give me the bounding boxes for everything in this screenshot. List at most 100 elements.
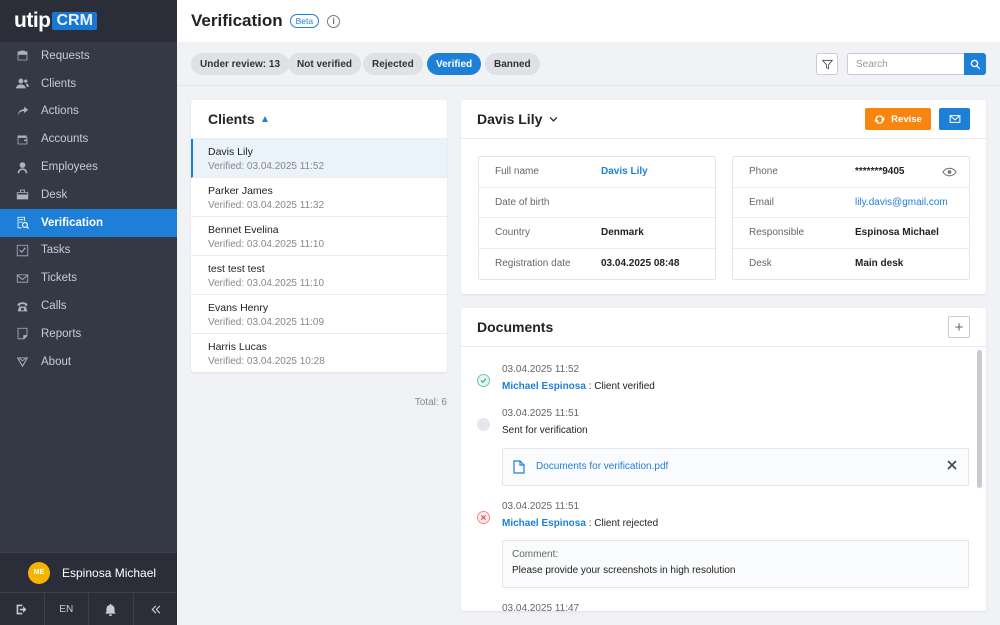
info-icon[interactable]: i (327, 14, 341, 28)
timeline-item: 03.04.2025 11:52 Michael Espinosa : Clie… (461, 360, 971, 400)
timeline-date: 03.04.2025 11:51 (502, 501, 580, 512)
client-row[interactable]: test test test Verified: 03.04.2025 11:1… (191, 256, 447, 295)
client-row[interactable]: Harris Lucas Verified: 03.04.2025 10:28 (191, 334, 447, 373)
client-status: Verified: 03.04.2025 11:52 (208, 161, 325, 172)
sidebar-item-about[interactable]: About (0, 348, 177, 376)
info-label: Date of birth (495, 196, 550, 208)
sidebar-item-accounts[interactable]: Accounts (0, 125, 177, 153)
timeline-text: Michael Espinosa : Client verified (502, 381, 655, 392)
envelope-icon (949, 115, 960, 123)
client-status: Verified: 03.04.2025 11:09 (208, 317, 325, 328)
add-document-button[interactable]: + (948, 316, 970, 338)
filter-chip-banned[interactable]: Banned (485, 53, 540, 75)
page-title: Verification (191, 11, 283, 30)
sidebar-item-label: Desk (41, 188, 68, 201)
sidebar-item-label: Accounts (41, 133, 89, 146)
sidebar-item-label: Clients (41, 77, 77, 90)
sidebar-item-reports[interactable]: Reports (0, 320, 177, 348)
logo[interactable]: utip CRM (0, 0, 177, 42)
language-button[interactable]: EN (45, 593, 89, 625)
filter-button[interactable] (816, 53, 838, 75)
client-name: Parker James (208, 185, 273, 197)
check-circle-icon (477, 374, 490, 387)
sort-asc-icon[interactable] (261, 116, 268, 122)
client-row[interactable]: Bennet Evelina Verified: 03.04.2025 11:1… (191, 217, 447, 256)
sidebar-item-tickets[interactable]: Tickets (0, 264, 177, 292)
person-icon (15, 160, 29, 174)
sidebar-footer: EN (0, 592, 177, 625)
sidebar-item-actions[interactable]: Actions (0, 98, 177, 126)
send-email-button[interactable] (939, 108, 970, 130)
search-input[interactable] (847, 53, 964, 75)
info-label: Responsible (749, 227, 805, 239)
sidebar-item-requests[interactable]: Requests (0, 42, 177, 70)
documents-card: Documents + 03.04.2025 11:52 Michael Esp… (461, 308, 986, 611)
client-detail-card: Davis Lily Revise Full name Davis Lily D… (461, 100, 986, 294)
close-icon[interactable] (947, 460, 957, 470)
search-button[interactable] (964, 53, 986, 75)
actor-link[interactable]: Michael Espinosa (502, 381, 586, 392)
client-row[interactable]: Parker James Verified: 03.04.2025 11:32 (191, 178, 447, 217)
filter-chip-verified[interactable]: Verified (427, 53, 482, 75)
refresh-icon (874, 114, 885, 124)
plus-icon: + (954, 318, 964, 336)
search-icon (970, 59, 980, 69)
briefcase-icon (15, 49, 29, 63)
sidebar-item-label: Actions (41, 105, 79, 118)
info-label: Desk (749, 258, 772, 270)
wallet-icon (15, 132, 29, 146)
filter-chip-not-verified[interactable]: Not verified (288, 53, 362, 75)
sidebar-item-label: Tickets (41, 272, 77, 285)
revise-label: Revise (891, 113, 922, 125)
sidebar-item-calls[interactable]: Calls (0, 292, 177, 320)
sidebar-item-tasks[interactable]: Tasks (0, 237, 177, 265)
info-row-responsible: Responsible Espinosa Michael (733, 218, 969, 249)
collapse-sidebar-button[interactable] (134, 593, 178, 625)
info-value-email[interactable]: lily.davis@gmail.com (855, 197, 948, 208)
sidebar: utip CRM Requests Clients Actions Accoun… (0, 0, 177, 625)
clients-header[interactable]: Clients (191, 100, 447, 139)
eye-icon[interactable] (942, 167, 957, 177)
client-row[interactable]: Evans Henry Verified: 03.04.2025 11:09 (191, 295, 447, 334)
verification-icon (15, 216, 29, 230)
filter-chip-under-review[interactable]: Under review: 13 (191, 53, 290, 75)
file-icon (513, 460, 525, 474)
sidebar-item-label: Reports (41, 327, 82, 340)
info-label: Full name (495, 166, 539, 178)
info-value-country: Denmark (601, 227, 644, 239)
info-label: Phone (749, 166, 778, 178)
double-chevron-left-icon (151, 604, 161, 614)
timeline-item: 03.04.2025 11:51 Michael Espinosa : Clie… (461, 497, 971, 597)
client-row[interactable]: Davis Lily Verified: 03.04.2025 11:52 (191, 139, 447, 178)
logout-button[interactable] (0, 593, 45, 625)
sidebar-item-verification[interactable]: Verification (0, 208, 177, 237)
sidebar-item-desk[interactable]: Desk (0, 181, 177, 209)
share-arrow-icon (15, 104, 29, 118)
comment-box: Comment: Please provide your screenshots… (502, 540, 969, 588)
client-name: Davis Lily (208, 146, 253, 158)
sidebar-item-employees[interactable]: Employees (0, 153, 177, 181)
scrollbar[interactable] (977, 350, 982, 488)
documents-header: Documents + (461, 308, 986, 347)
info-row-phone: Phone *******9405 (733, 157, 969, 188)
chevron-down-icon[interactable] (548, 114, 559, 125)
sidebar-item-label: Verification (41, 216, 103, 229)
info-row-registration-date: Registration date 03.04.2025 08:48 (479, 249, 715, 280)
revise-button[interactable]: Revise (865, 108, 931, 130)
users-icon (15, 77, 29, 91)
filter-chip-rejected[interactable]: Rejected (363, 53, 423, 75)
notifications-button[interactable] (89, 593, 134, 625)
sidebar-item-label: About (41, 355, 72, 368)
documents-title: Documents (477, 319, 554, 335)
client-status: Verified: 03.04.2025 11:10 (208, 239, 325, 250)
info-value-registration-date: 03.04.2025 08:48 (601, 258, 680, 270)
page-header: Verification Beta i (177, 0, 1000, 42)
info-value-full-name[interactable]: Davis Lily (601, 166, 648, 177)
filter-bar: Under review: 13 Not verified Rejected V… (177, 42, 1000, 86)
client-detail-name[interactable]: Davis Lily (477, 111, 542, 127)
actor-link[interactable]: Michael Espinosa (502, 518, 586, 529)
sidebar-item-clients[interactable]: Clients (0, 70, 177, 98)
about-icon (15, 355, 29, 369)
attachment-link[interactable]: Documents for verification.pdf (536, 461, 668, 472)
user-profile[interactable]: ME Espinosa Michael (0, 552, 177, 592)
